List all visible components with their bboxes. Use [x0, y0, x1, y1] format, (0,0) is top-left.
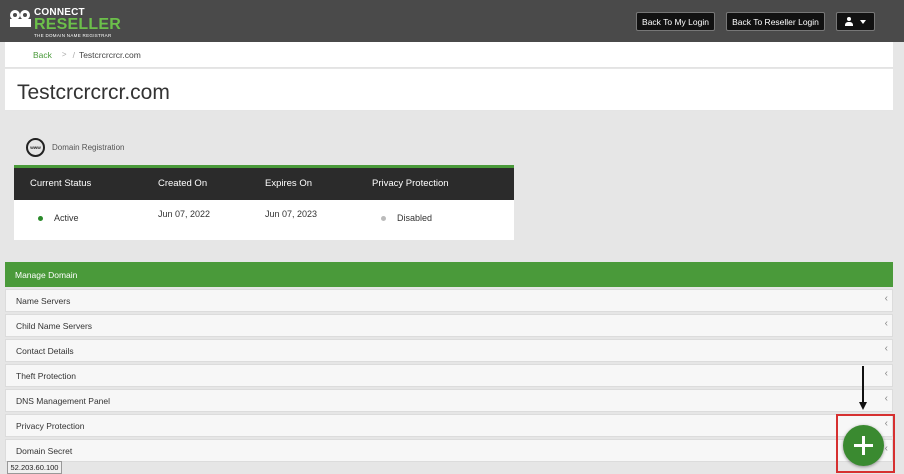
breadcrumb: Back > / Testcrcrcrcr.com: [5, 42, 893, 68]
connect-reseller-logo[interactable]: CONNECT RESELLER THE DOMAIN NAME REGISTR…: [10, 8, 121, 39]
add-fab-button[interactable]: [843, 425, 884, 466]
user-icon: [845, 17, 853, 26]
arrow-head: [859, 402, 867, 410]
registration-header: www Domain Registration: [26, 138, 124, 157]
accordion-domain-secret[interactable]: Domain Secret ‹: [5, 439, 893, 462]
status-table-row: Active Jun 07, 2022 Jun 07, 2023 Disable…: [14, 200, 514, 240]
accordion-theft-protection[interactable]: Theft Protection ‹: [5, 364, 893, 387]
chevron-left-icon: ‹: [884, 393, 888, 404]
manage-domain-panel: Manage Domain Name Servers ‹ Child Name …: [5, 262, 893, 462]
accordion-label: Theft Protection: [16, 370, 77, 381]
back-to-reseller-login-button[interactable]: Back To Reseller Login: [726, 12, 825, 31]
accordion-name-servers[interactable]: Name Servers ‹: [5, 289, 893, 312]
column-privacy-protection: Privacy Protection: [372, 178, 449, 189]
logo-icon: [10, 10, 32, 28]
privacy-disabled-dot: [381, 216, 386, 221]
breadcrumb-separator: /: [72, 49, 75, 60]
privacy-protection-value: Disabled: [397, 213, 433, 223]
column-current-status: Current Status: [30, 178, 92, 189]
breadcrumb-current: Testcrcrcrcr.com: [78, 49, 141, 60]
user-menu-button[interactable]: [836, 12, 875, 31]
status-table-header: Current Status Created On Expires On Pri…: [14, 168, 514, 200]
status-active-dot: [38, 216, 43, 221]
top-navbar: CONNECT RESELLER THE DOMAIN NAME REGISTR…: [0, 0, 904, 42]
accordion-label: Domain Secret: [16, 445, 73, 456]
breadcrumb-separator: >: [61, 50, 67, 59]
registration-label: Domain Registration: [52, 143, 125, 152]
created-on-value: Jun 07, 2022: [158, 209, 211, 219]
caret-down-icon: [860, 19, 866, 24]
page-title: Testcrcrcrcr.com: [17, 81, 170, 104]
accordion-dns-management-panel[interactable]: DNS Management Panel ‹: [5, 389, 893, 412]
title-bar: Testcrcrcrcr.com: [5, 69, 893, 111]
chevron-left-icon: ‹: [884, 293, 888, 304]
accordion-child-name-servers[interactable]: Child Name Servers ‹: [5, 314, 893, 337]
domain-registration-summary: www Domain Registration Current Status C…: [14, 130, 514, 240]
chevron-left-icon: ‹: [884, 368, 888, 379]
chevron-left-icon: ‹: [884, 318, 888, 329]
back-to-my-login-button[interactable]: Back To My Login: [636, 12, 715, 31]
accordion-label: Name Servers: [16, 295, 71, 306]
expires-on-value: Jun 07, 2023: [265, 209, 318, 219]
manage-domain-heading: Manage Domain: [5, 262, 893, 287]
status-bar-ip: 52.203.60.100: [7, 461, 62, 474]
logo-reseller-text: RESELLER: [34, 16, 121, 33]
arrow-down-icon: [862, 366, 864, 404]
logo-tagline: THE DOMAIN NAME REGISTRAR: [34, 33, 112, 38]
accordion-label: DNS Management Panel: [16, 395, 111, 406]
accordion-privacy-protection[interactable]: Privacy Protection ‹: [5, 414, 893, 437]
www-globe-icon: www: [26, 138, 45, 157]
accordion-label: Child Name Servers: [16, 320, 93, 331]
column-expires-on: Expires On: [265, 178, 312, 189]
accordion-contact-details[interactable]: Contact Details ‹: [5, 339, 893, 362]
column-created-on: Created On: [158, 178, 208, 189]
accordion-label: Privacy Protection: [16, 420, 85, 431]
breadcrumb-back-link[interactable]: Back: [33, 50, 52, 60]
accordion-label: Contact Details: [16, 345, 74, 356]
chevron-left-icon: ‹: [884, 343, 888, 354]
current-status-value: Active: [54, 213, 79, 223]
